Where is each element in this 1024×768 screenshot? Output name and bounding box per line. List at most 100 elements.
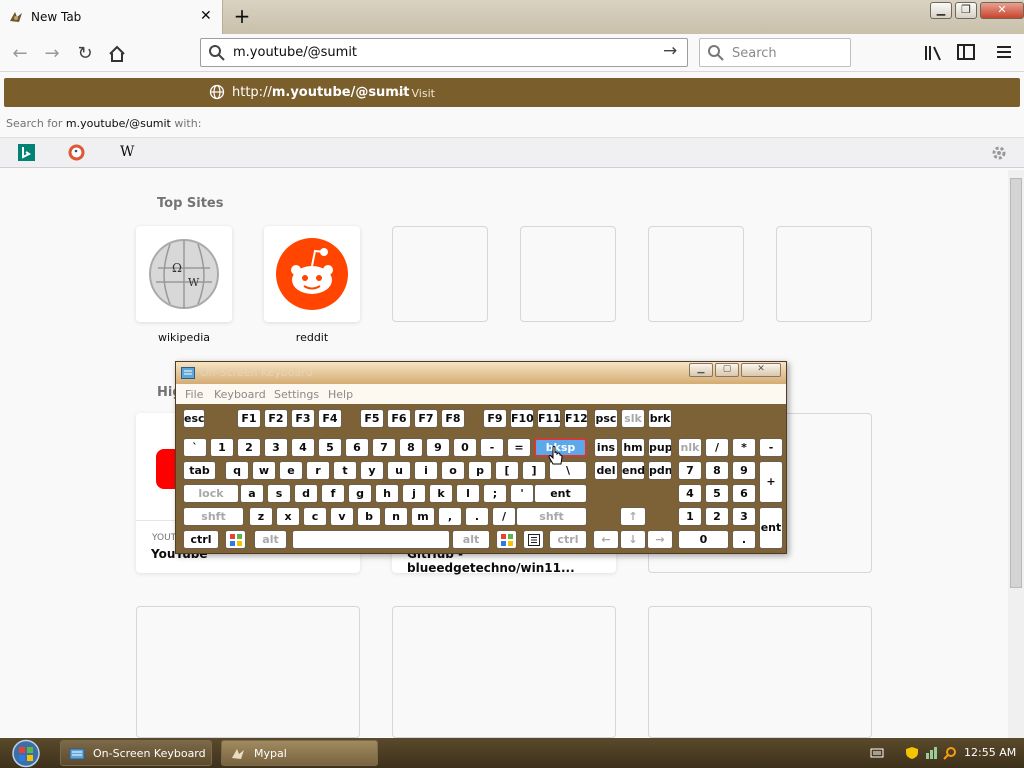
reload-icon[interactable]: ↻ [73,42,97,66]
wikipedia-icon[interactable]: W [120,144,134,160]
key-r1-5[interactable]: 5 [318,438,342,457]
numpad-key-row1-2[interactable]: * [732,438,756,457]
key-r3-10[interactable]: ; [483,484,507,503]
taskbar-item-mypal[interactable]: Mypal [221,740,378,766]
key-r3-2[interactable]: s [267,484,291,503]
shield-icon[interactable] [905,746,919,760]
key-r0-8[interactable]: F8 [441,409,465,428]
key-arrow-up[interactable]: ↑ [620,507,646,526]
key-r2-5[interactable]: t [333,461,357,480]
key-r0-5[interactable]: F5 [360,409,384,428]
key-r1-0[interactable]: ` [183,438,207,457]
osk-menu-file[interactable]: File [185,388,203,401]
numpad-key-row1-0[interactable]: nlk [678,438,702,457]
key-space[interactable] [292,530,450,549]
key-r4-11[interactable]: shft [516,507,587,526]
key-r2-1[interactable]: q [225,461,249,480]
top-site-empty[interactable] [520,226,616,322]
numpad-key-row2-0[interactable]: 7 [678,461,702,480]
key-r2-9[interactable]: o [441,461,465,480]
numpad-key-row4-0[interactable]: 1 [678,507,702,526]
key-r5-0[interactable]: ctrl [183,530,219,549]
osk-titlebar[interactable]: On-Screen Keyboard ▁ ▢ ✕ [176,362,786,384]
key-r3-6[interactable]: h [375,484,399,503]
osk-menu-keyboard[interactable]: Keyboard [214,388,266,401]
key-r1-9[interactable]: 9 [426,438,450,457]
numpad-key-row3-2[interactable]: 6 [732,484,756,503]
top-site-reddit[interactable] [264,226,360,322]
key-r1-1[interactable]: 1 [210,438,234,457]
numpad-key-row4-1[interactable]: 2 [705,507,729,526]
key-r2-15[interactable]: end [621,461,645,480]
search-icon[interactable] [943,746,957,760]
url-input-value[interactable]: m.youtube/@sumit [233,45,357,60]
keyboard-icon[interactable] [870,746,884,760]
new-tab-button[interactable]: + [230,4,254,28]
key-arrow-left[interactable]: ← [593,530,619,549]
key-r0-13[interactable]: psc [594,409,618,428]
key-r2-0[interactable]: tab [183,461,216,480]
key-r1-2[interactable]: 2 [237,438,261,457]
minimize-button[interactable]: ▁ [930,2,952,19]
osk-maximize-button[interactable]: ▢ [715,363,739,377]
key-r4-0[interactable]: shft [183,507,244,526]
key-r0-3[interactable]: F3 [291,409,315,428]
key-r4-2[interactable]: x [276,507,300,526]
key-r0-1[interactable]: F1 [237,409,261,428]
key-r0-7[interactable]: F7 [414,409,438,428]
key-r0-12[interactable]: F12 [564,409,588,428]
numpad-key-row1-1[interactable]: / [705,438,729,457]
key-windows-right[interactable] [496,530,517,549]
tab-close-icon[interactable]: ✕ [200,8,212,24]
gear-icon[interactable] [990,144,1008,162]
url-bar[interactable]: m.youtube/@sumit → [200,38,688,67]
key-r3-8[interactable]: k [429,484,453,503]
key-r1-10[interactable]: 0 [453,438,477,457]
key-r3-11[interactable]: ' [510,484,534,503]
key-r2-12[interactable]: ] [522,461,546,480]
sidebar-icon[interactable] [957,44,975,60]
key-r3-7[interactable]: j [402,484,426,503]
numpad-key-row3-0[interactable]: 4 [678,484,702,503]
key-windows-left[interactable] [225,530,246,549]
key-r3-1[interactable]: a [240,484,264,503]
key-r0-6[interactable]: F6 [387,409,411,428]
start-button[interactable] [4,739,48,768]
key-r2-7[interactable]: u [387,461,411,480]
key-r1-6[interactable]: 6 [345,438,369,457]
key-r5-2[interactable]: alt [452,530,490,549]
library-icon[interactable] [924,44,944,62]
key-arrow-down[interactable]: ↓ [620,530,646,549]
forward-icon[interactable]: → [40,42,64,66]
key-r4-9[interactable]: . [465,507,489,526]
numpad-key-dot[interactable]: . [732,530,756,549]
search-bar[interactable]: Search [699,38,851,67]
numpad-key-row2-2[interactable]: 9 [732,461,756,480]
key-r4-6[interactable]: n [384,507,408,526]
key-r2-14[interactable]: del [594,461,618,480]
key-r4-1[interactable]: z [249,507,273,526]
home-icon[interactable] [107,44,127,64]
top-site-empty[interactable] [648,226,744,322]
key-r1-15[interactable]: hm [621,438,645,457]
osk-minimize-button[interactable]: ▁ [689,363,713,377]
numpad-key-plus[interactable]: + [759,461,783,503]
key-r4-10[interactable]: / [492,507,516,526]
key-r4-8[interactable]: , [438,507,462,526]
key-r0-15[interactable]: brk [648,409,672,428]
top-site-empty[interactable] [776,226,872,322]
key-r3-9[interactable]: l [456,484,480,503]
key-r0-11[interactable]: F11 [537,409,561,428]
key-r1-7[interactable]: 7 [372,438,396,457]
top-site-wikipedia[interactable]: ΩW [136,226,232,322]
key-r4-3[interactable]: c [303,507,327,526]
key-r3-5[interactable]: g [348,484,372,503]
key-application-menu[interactable] [523,530,544,549]
key-r0-14[interactable]: slk [621,409,645,428]
duckduckgo-icon[interactable] [68,144,85,161]
key-r4-5[interactable]: b [357,507,381,526]
key-r0-4[interactable]: F4 [318,409,342,428]
tab-new-tab[interactable]: New Tab ✕ [0,0,223,34]
key-r1-3[interactable]: 3 [264,438,288,457]
bing-icon[interactable] [18,144,35,161]
